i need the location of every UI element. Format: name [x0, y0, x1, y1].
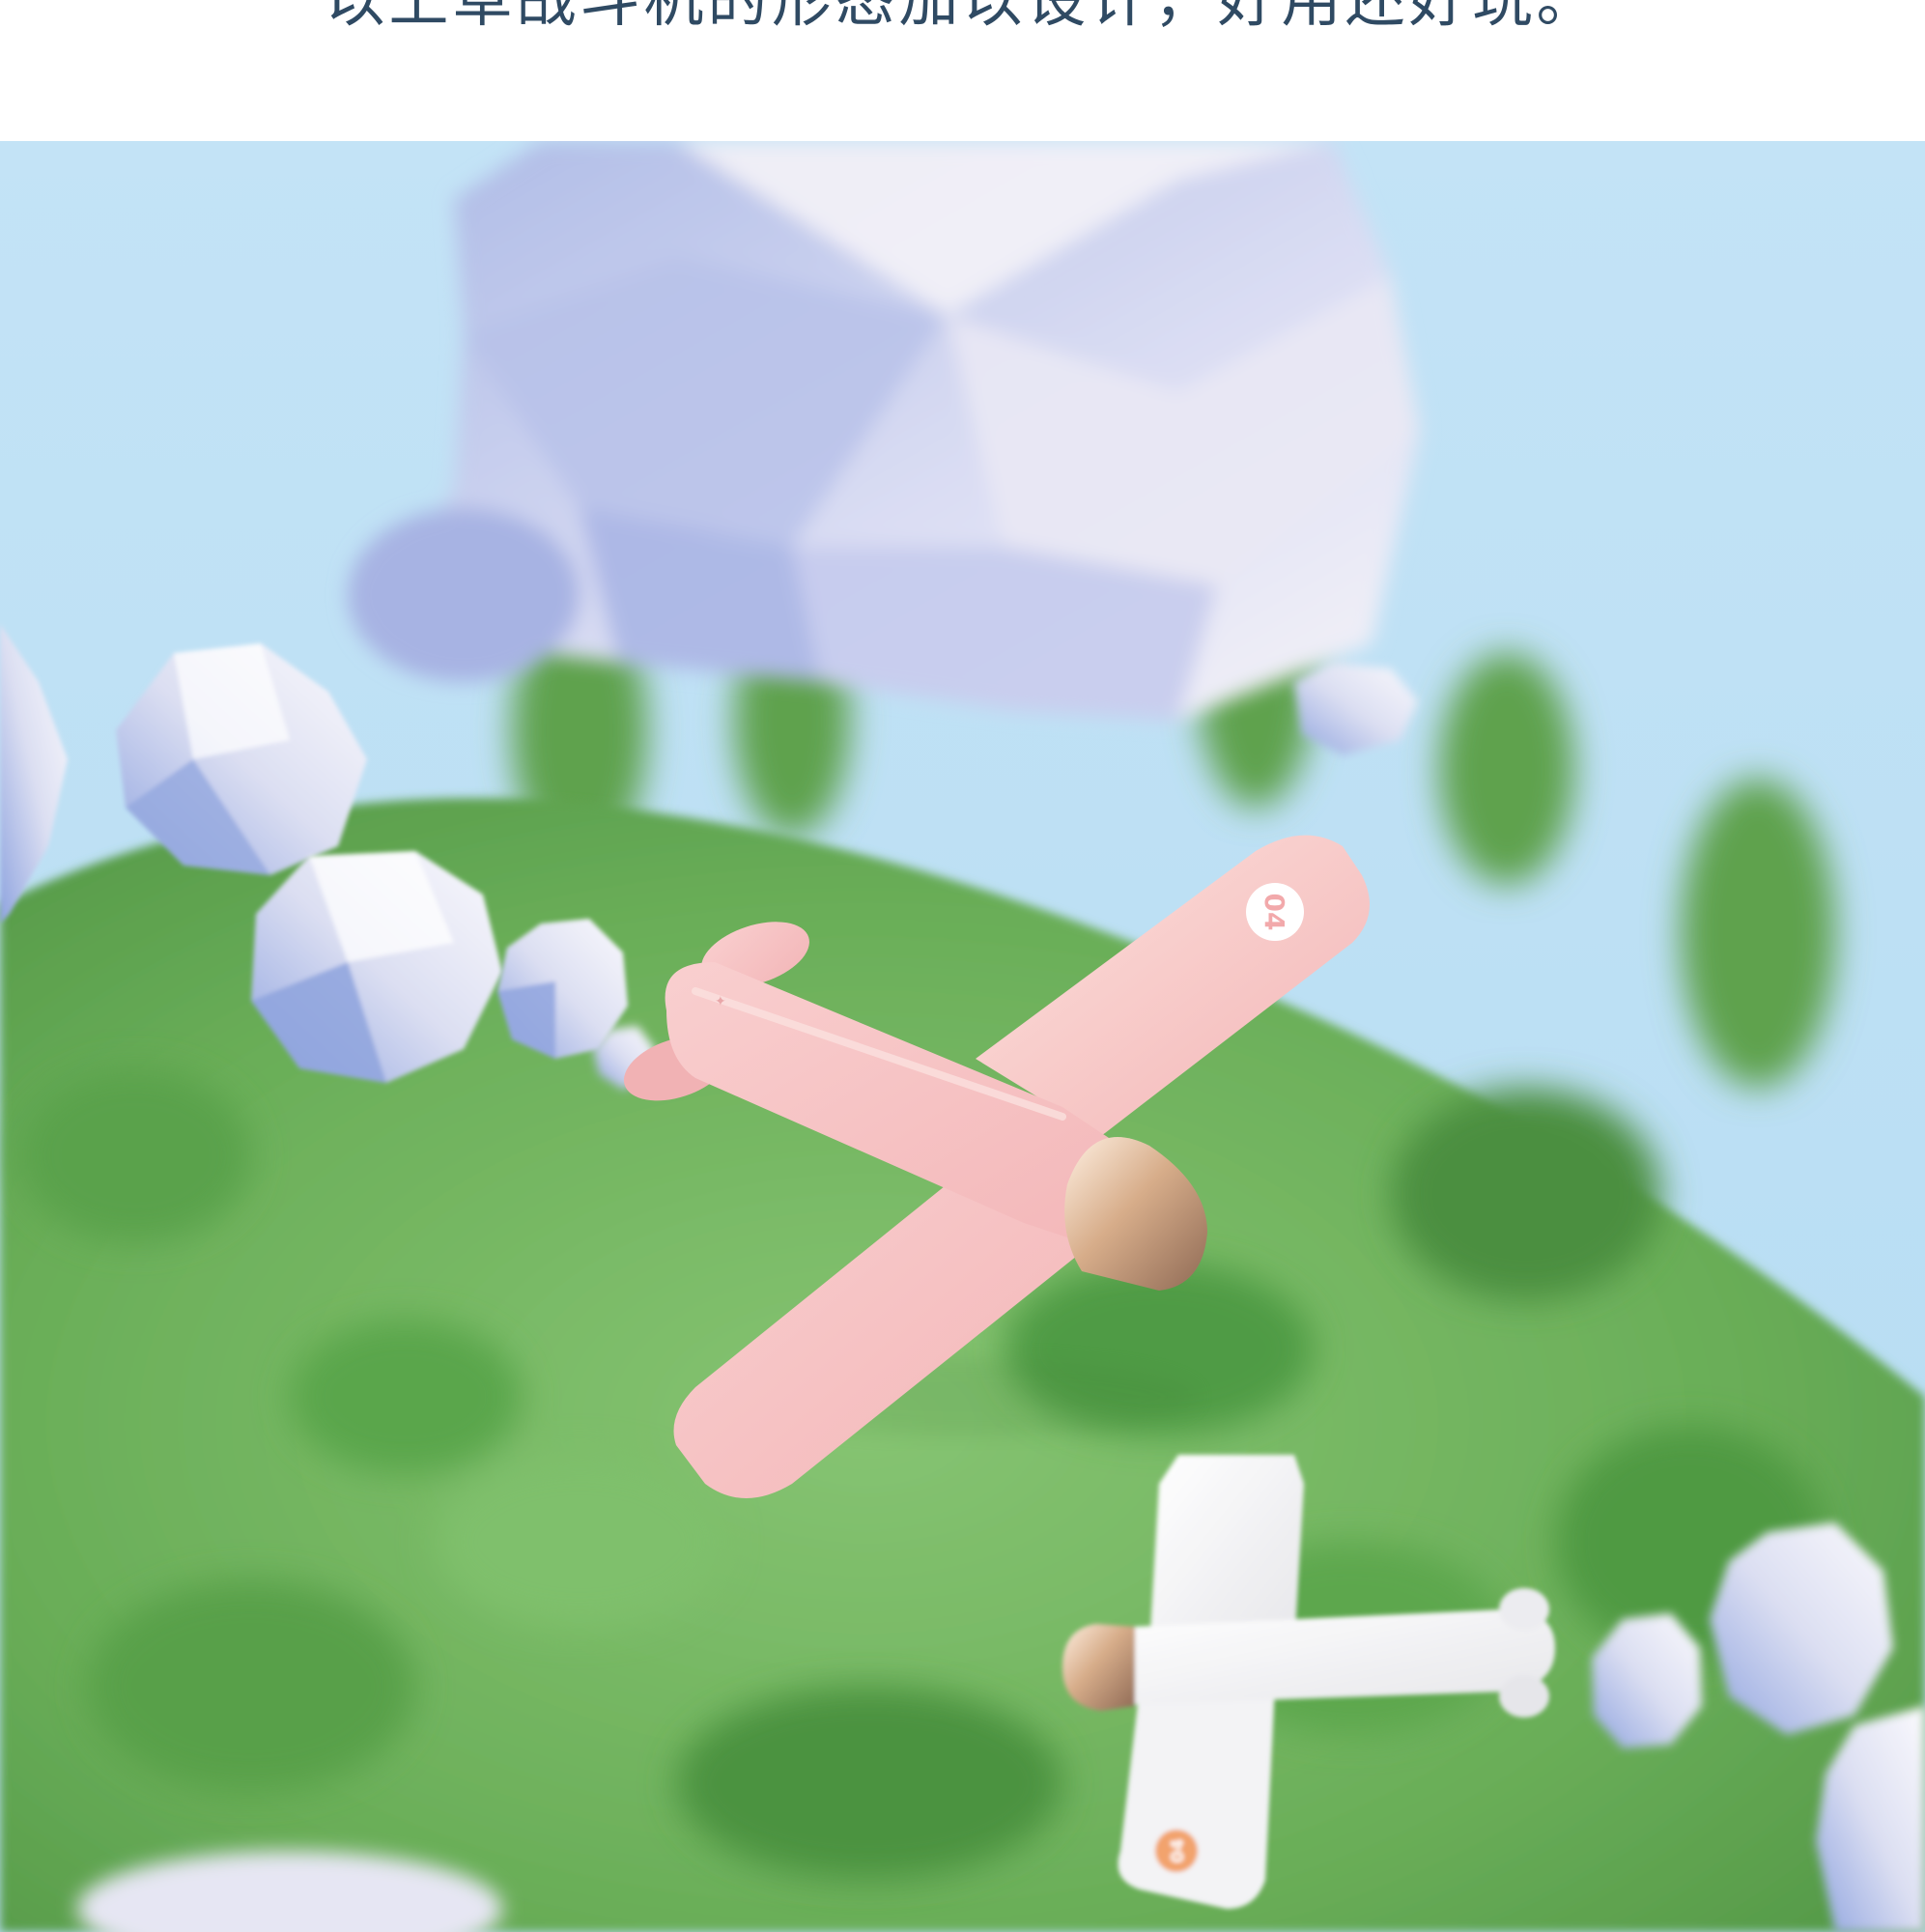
white-plane-wing-lower — [1118, 1687, 1275, 1909]
page: 以上草战斗机的形态加以设计，好用还好玩。 — [0, 0, 1925, 1932]
white-plane-tail-top — [1499, 1588, 1549, 1631]
white-plane-tail-bottom — [1499, 1675, 1549, 1718]
caption-bar: 以上草战斗机的形态加以设计，好用还好玩。 — [0, 0, 1925, 141]
scene-illustration: ✦ 04 04 — [0, 141, 1925, 1932]
large-cloud — [348, 141, 1420, 721]
pink-plane-badge-number: 04 — [1259, 894, 1290, 931]
scene-svg: ✦ 04 04 — [0, 141, 1925, 1932]
white-plane-wing-upper — [1149, 1455, 1304, 1648]
white-plane-badge-number: 04 — [1168, 1838, 1188, 1862]
svg-text:✦: ✦ — [715, 994, 726, 1009]
caption-text: 以上草战斗机的形态加以设计，好用还好玩。 — [0, 0, 1925, 35]
white-plane-nose — [1062, 1624, 1135, 1711]
